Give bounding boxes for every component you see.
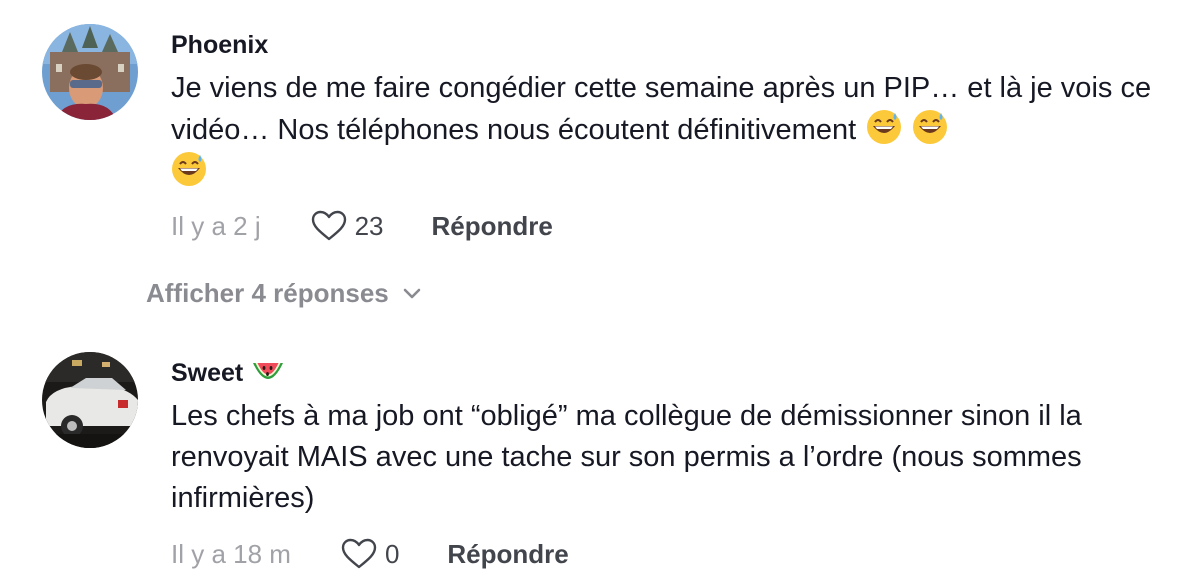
comment-text: Les chefs à ma job ont “obligé” ma collè… [171,400,1082,514]
comment-meta: Il y a 2 j 23 Répondre [171,208,553,244]
reply-button[interactable]: Répondre [447,539,568,570]
comment-time: Il y a 2 j [171,210,261,241]
reply-button[interactable]: Répondre [432,211,553,242]
view-replies-button[interactable]: Afficher 4 réponses [146,278,421,309]
heart-icon [341,538,377,569]
username[interactable]: Sweet [171,358,1171,388]
like-button[interactable]: 23 [311,210,384,242]
chevron-down-icon [403,288,421,298]
heart-icon [311,210,346,241]
like-count: 23 [354,210,384,241]
comment-time: Il y a 18 m [171,538,291,569]
like-button[interactable]: 0 [341,538,399,570]
avatar[interactable] [42,24,138,120]
watermelon-emoji [253,363,284,379]
grinning-sweat-emoji [867,110,902,144]
grinning-sweat-emoji [172,152,206,186]
avatar[interactable] [42,352,138,448]
comment-text: Je viens de me faire congédier cette sem… [171,68,1171,193]
like-count: 0 [384,538,400,569]
comment-meta: Il y a 18 m 0 Répondre [171,536,569,572]
username[interactable]: Phoenix [171,30,1171,60]
grinning-sweat-emoji [913,110,948,144]
view-replies-label: Afficher 4 réponses [146,278,389,308]
